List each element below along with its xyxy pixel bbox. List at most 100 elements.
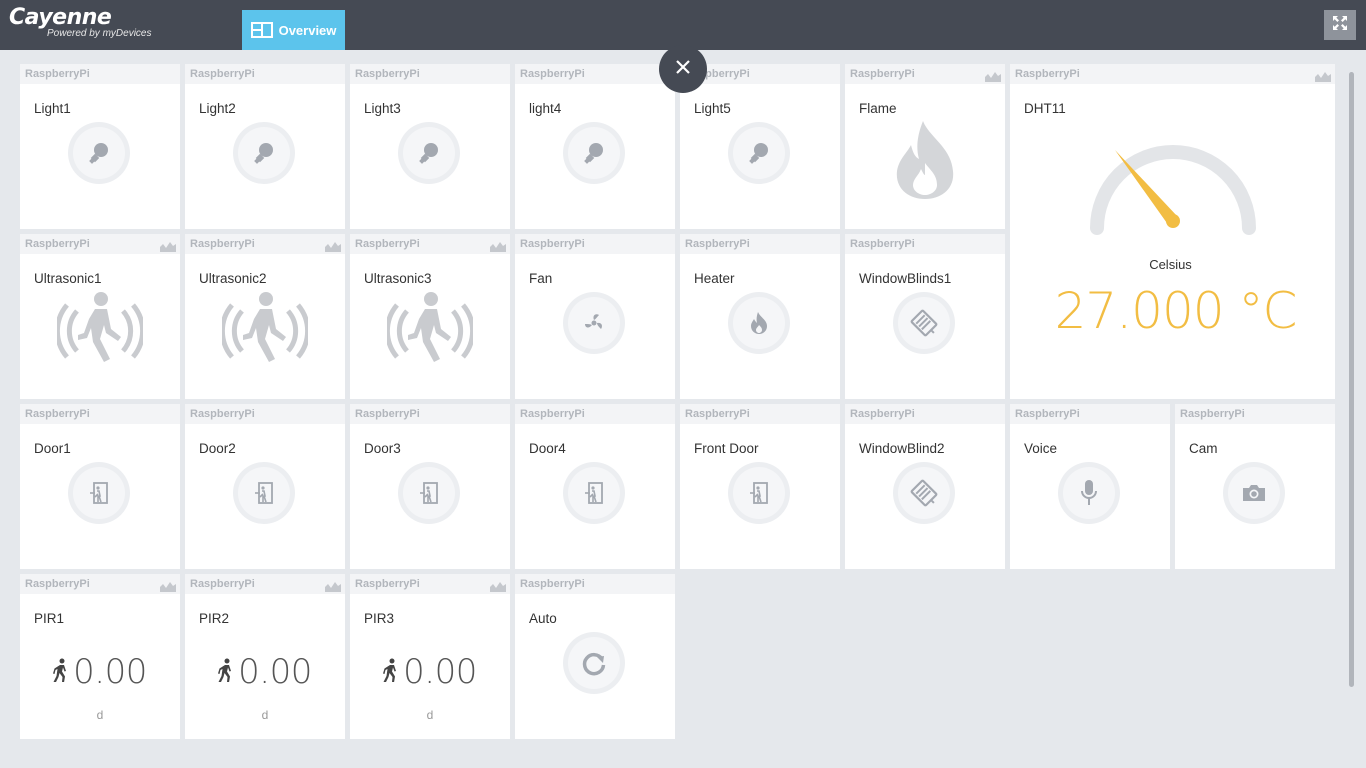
widget-title: WindowBlinds1	[859, 271, 952, 286]
widget-card[interactable]: RaspberryPi Light1	[20, 64, 180, 229]
widget-card[interactable]: RaspberryPi WindowBlinds1	[845, 234, 1005, 399]
chart-icon[interactable]	[490, 579, 506, 599]
toggle-button[interactable]	[398, 462, 460, 524]
pir-value: 0.00	[73, 652, 147, 692]
chart-icon[interactable]	[160, 239, 176, 259]
widget-card[interactable]: RaspberryPi Door4	[515, 404, 675, 569]
lightbulb-icon	[581, 140, 607, 166]
toggle-button[interactable]	[563, 122, 625, 184]
device-name: RaspberryPi	[25, 68, 90, 80]
toggle-button[interactable]	[728, 292, 790, 354]
chart-icon[interactable]	[325, 579, 341, 599]
widget-card[interactable]: RaspberryPi WindowBlind2	[845, 404, 1005, 569]
chart-icon[interactable]	[160, 579, 176, 599]
widget-title: Flame	[859, 101, 897, 116]
widget-card[interactable]: RaspberryPi PIR1 0.00 d	[20, 574, 180, 739]
chart-icon[interactable]	[325, 239, 341, 259]
dashboard-icon	[250, 22, 273, 38]
widget-title: Cam	[1189, 441, 1218, 456]
widget-card[interactable]: RaspberryPi Front Door	[680, 404, 840, 569]
widget-device-label: RaspberryPi	[515, 574, 675, 594]
widget-title: Ultrasonic3	[364, 271, 432, 286]
widget-card[interactable]: RaspberryPi Voice	[1010, 404, 1170, 569]
toggle-button[interactable]	[1223, 462, 1285, 524]
toggle-button[interactable]	[728, 462, 790, 524]
widget-device-label: RaspberryPi	[185, 574, 345, 594]
toggle-button[interactable]	[893, 462, 955, 524]
widget-card[interactable]: RaspberryPi Light2	[185, 64, 345, 229]
device-name: RaspberryPi	[850, 408, 915, 420]
widget-card[interactable]: RaspberryPi Door1	[20, 404, 180, 569]
lightbulb-icon	[86, 140, 112, 166]
device-name: RaspberryPi	[520, 68, 585, 80]
widget-title: Fan	[529, 271, 553, 286]
top-bar: Cayenne Powered by myDevices Overview	[0, 0, 1366, 50]
widget-device-label: RaspberryPi	[350, 574, 510, 594]
device-name: RaspberryPi	[190, 68, 255, 80]
walking-person-icon	[383, 658, 399, 687]
tab-overview[interactable]: Overview	[242, 10, 345, 50]
widget-device-label: RaspberryPi	[1010, 404, 1170, 424]
close-icon	[675, 59, 691, 80]
widget-card[interactable]: RaspberryPi Ultrasonic1	[20, 234, 180, 399]
widget-card[interactable]: RaspberryPi Light3	[350, 64, 510, 229]
fullscreen-button[interactable]	[1324, 10, 1356, 40]
widget-device-label: RaspberryPi	[515, 234, 675, 254]
device-name: RaspberryPi	[1180, 408, 1245, 420]
widget-title: Door2	[199, 441, 236, 456]
lightbulb-icon	[746, 140, 772, 166]
device-name: RaspberryPi	[1015, 68, 1080, 80]
cayenne-logo[interactable]: Cayenne Powered by myDevices	[9, 5, 152, 40]
widget-card[interactable]: RaspberryPi Cam	[1175, 404, 1335, 569]
widget-card[interactable]: RaspberryPi Door3	[350, 404, 510, 569]
widget-card[interactable]: RaspberryPi light4	[515, 64, 675, 229]
device-name: RaspberryPi	[190, 578, 255, 590]
widget-title: Door1	[34, 441, 71, 456]
widget-card[interactable]: RaspberryPi Flame	[845, 64, 1005, 229]
toggle-button[interactable]	[563, 292, 625, 354]
widget-device-label: RaspberryPi	[350, 404, 510, 424]
device-name: RaspberryPi	[190, 238, 255, 250]
scrollbar[interactable]	[1349, 72, 1354, 687]
toggle-button[interactable]	[728, 122, 790, 184]
toggle-button[interactable]	[893, 292, 955, 354]
widget-card[interactable]: RaspberryPi PIR2 0.00 d	[185, 574, 345, 739]
motion-sensor-icon	[20, 289, 180, 369]
toggle-button[interactable]	[233, 122, 295, 184]
refresh-icon	[580, 649, 608, 677]
toggle-button[interactable]	[68, 122, 130, 184]
chart-icon[interactable]	[1315, 69, 1331, 89]
widget-card[interactable]: RaspberryPi Fan	[515, 234, 675, 399]
toggle-button[interactable]	[233, 462, 295, 524]
app-tagline: Powered by myDevices	[47, 28, 152, 39]
widget-card[interactable]: RaspberryPi DHT11 Celsius 27.000 °C	[1010, 64, 1335, 399]
chart-icon[interactable]	[985, 69, 1001, 89]
toggle-button[interactable]	[1058, 462, 1120, 524]
fan-icon	[582, 311, 606, 335]
heater-flame-icon	[749, 311, 769, 335]
gauge-unit-label: Celsius	[1149, 257, 1192, 272]
close-button[interactable]	[659, 45, 707, 93]
walking-person-icon	[218, 658, 234, 687]
window-blinds-icon	[910, 479, 938, 507]
widget-card[interactable]: RaspberryPi Light5	[680, 64, 840, 229]
pir-unit: d	[96, 708, 104, 722]
widget-title: Heater	[694, 271, 735, 286]
widget-card[interactable]: RaspberryPi Auto	[515, 574, 675, 739]
toggle-button[interactable]	[398, 122, 460, 184]
chart-icon[interactable]	[490, 239, 506, 259]
device-name: RaspberryPi	[850, 238, 915, 250]
toggle-button[interactable]	[563, 462, 625, 524]
toggle-button[interactable]	[563, 632, 625, 694]
toggle-button[interactable]	[68, 462, 130, 524]
widget-card[interactable]: RaspberryPi PIR3 0.00 d	[350, 574, 510, 739]
widget-device-label: RaspberryPi	[845, 404, 1005, 424]
widget-device-label: RaspberryPi	[20, 404, 180, 424]
widget-card[interactable]: RaspberryPi Ultrasonic3	[350, 234, 510, 399]
widget-card[interactable]: RaspberryPi Door2	[185, 404, 345, 569]
app-name: Cayenne	[9, 5, 112, 30]
widget-card[interactable]: RaspberryPi Heater	[680, 234, 840, 399]
device-name: RaspberryPi	[850, 68, 915, 80]
widget-title: Door3	[364, 441, 401, 456]
widget-card[interactable]: RaspberryPi Ultrasonic2	[185, 234, 345, 399]
